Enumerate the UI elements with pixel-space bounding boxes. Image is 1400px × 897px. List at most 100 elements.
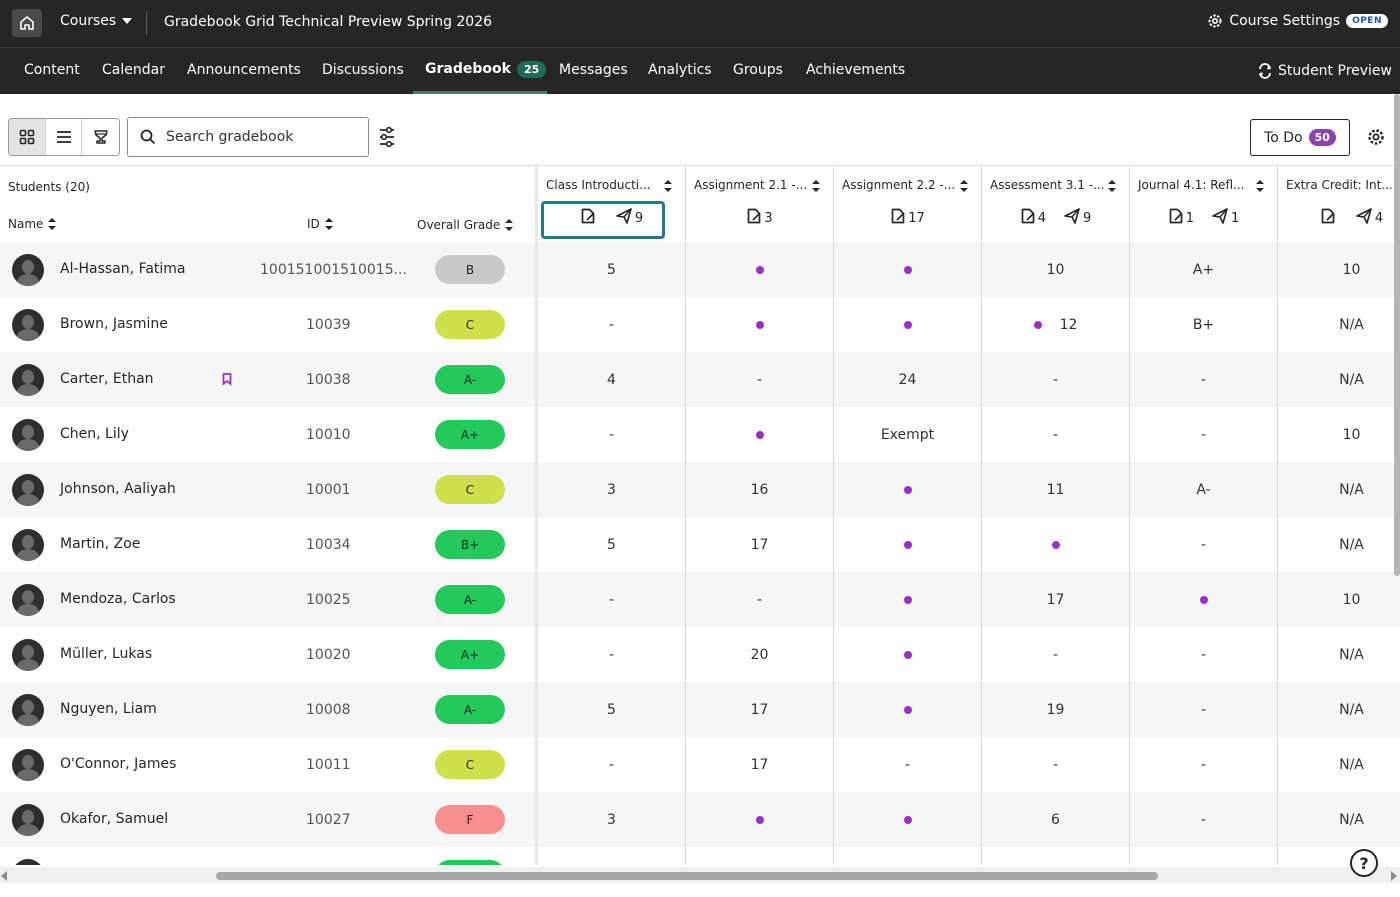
grade-cell[interactable]: 3 xyxy=(538,462,686,517)
scrollbar-thumb[interactable] xyxy=(216,872,1158,880)
grade-cell[interactable]: - xyxy=(982,352,1130,407)
student-row[interactable]: Al-Hassan, Fatima 100151001510015... B xyxy=(0,242,535,297)
needs-grading-count[interactable]: 4 xyxy=(1021,208,1046,228)
student-row[interactable]: Chen, Lily 10010 A+ xyxy=(0,407,535,462)
student-name[interactable]: Martin, Zoe xyxy=(60,536,140,552)
student-name[interactable]: Brown, Jasmine xyxy=(60,316,168,332)
needs-grading-count[interactable]: 1 xyxy=(1169,208,1194,228)
overall-grade-pill[interactable]: B+ xyxy=(435,530,505,559)
posted-count[interactable]: 9 xyxy=(1064,208,1091,228)
gradebook-settings-button[interactable] xyxy=(1367,128,1385,150)
student-row[interactable]: Mendoza, Carlos 10025 A- xyxy=(0,572,535,627)
grade-cell[interactable]: 17 xyxy=(982,572,1130,627)
grade-cell[interactable]: N/A xyxy=(1278,297,1400,352)
student-name[interactable]: Mendoza, Carlos xyxy=(60,591,176,607)
grade-cell[interactable] xyxy=(834,682,982,737)
grade-cell[interactable] xyxy=(834,572,982,627)
scroll-right-arrow[interactable] xyxy=(1391,871,1397,881)
gradable-item-header[interactable]: Assessment 3.1 -... 4 9 xyxy=(982,166,1130,241)
grade-cell[interactable]: 10 xyxy=(1278,242,1400,297)
gradable-item-header[interactable]: Journal 4.1: Refl... 1 1 xyxy=(1130,166,1278,241)
grade-cell[interactable]: - xyxy=(538,627,686,682)
grade-cell[interactable]: 4 xyxy=(538,352,686,407)
student-row[interactable]: Okafor, Samuel 10027 F xyxy=(0,792,535,847)
grade-cell[interactable]: - xyxy=(686,352,834,407)
posted-count[interactable]: 4 xyxy=(1356,208,1383,228)
grade-cell[interactable] xyxy=(1130,847,1278,865)
needs-grading-count[interactable] xyxy=(1321,208,1338,228)
grade-cell[interactable]: 10 xyxy=(982,242,1130,297)
grade-cell[interactable]: N/A xyxy=(1278,517,1400,572)
grade-cell[interactable]: 16 xyxy=(686,462,834,517)
grade-cell[interactable]: 6 xyxy=(982,792,1130,847)
overall-grade-pill[interactable]: C xyxy=(435,310,505,339)
grade-cell[interactable]: N/A xyxy=(1278,352,1400,407)
grade-cell[interactable]: Exempt xyxy=(834,407,982,462)
overall-grade-column-header[interactable]: Overall Grade xyxy=(417,218,514,232)
grade-cell[interactable]: N/A xyxy=(1278,682,1400,737)
needs-grading-count[interactable]: 17 xyxy=(891,208,925,228)
student-name[interactable]: Nguyen, Liam xyxy=(60,701,157,717)
tab-achievements[interactable]: Achievements xyxy=(806,62,905,78)
student-name[interactable]: Johnson, Aaliyah xyxy=(60,481,176,497)
grade-cell[interactable]: 5 xyxy=(538,682,686,737)
tab-announcements[interactable]: Announcements xyxy=(187,62,301,78)
grade-cell[interactable]: - xyxy=(1130,517,1278,572)
overall-grade-pill[interactable]: A+ xyxy=(435,420,505,449)
grade-cell[interactable]: 17 xyxy=(686,517,834,572)
grade-cell[interactable]: 5 xyxy=(538,517,686,572)
grade-cell[interactable] xyxy=(834,792,982,847)
posted-count[interactable]: 1 xyxy=(1212,208,1239,228)
overall-grade-pill[interactable]: F xyxy=(435,805,505,834)
student-row[interactable]: Nguyen, Liam 10008 A- xyxy=(0,682,535,737)
course-settings-button[interactable]: Course Settings OPEN xyxy=(1207,13,1388,29)
grade-cell[interactable]: - xyxy=(1130,407,1278,462)
sort-icon[interactable] xyxy=(1107,179,1117,197)
grade-cell[interactable] xyxy=(834,242,982,297)
needs-grading-count[interactable]: 3 xyxy=(747,208,773,228)
grade-cell[interactable]: 17 xyxy=(686,682,834,737)
home-button[interactable] xyxy=(12,9,42,37)
student-row[interactable]: Müller, Lukas 10020 A+ xyxy=(0,627,535,682)
tab-discussions[interactable]: Discussions xyxy=(322,62,404,78)
student-row[interactable]: O'Connor, James 10011 C xyxy=(0,737,535,792)
student-name[interactable]: Carter, Ethan xyxy=(60,371,154,387)
tab-gradebook[interactable]: Gradebook 25 xyxy=(425,61,547,78)
grade-cell[interactable]: 19 xyxy=(982,682,1130,737)
tab-calendar[interactable]: Calendar xyxy=(102,62,165,78)
overall-grade-pill[interactable]: C xyxy=(435,750,505,779)
student-name[interactable]: Chen, Lily xyxy=(60,426,129,442)
grade-cell[interactable]: - xyxy=(538,407,686,462)
list-view-button[interactable] xyxy=(46,119,83,155)
grade-cell[interactable]: - xyxy=(538,737,686,792)
grade-cell[interactable]: A- xyxy=(1130,462,1278,517)
search-input[interactable] xyxy=(166,129,356,145)
grade-cell[interactable] xyxy=(538,847,686,865)
grade-cell[interactable]: B+ xyxy=(1130,297,1278,352)
todo-button[interactable]: To Do 50 xyxy=(1250,119,1350,156)
grid-view-button[interactable] xyxy=(9,119,46,155)
grade-cell[interactable]: - xyxy=(686,572,834,627)
tab-messages[interactable]: Messages xyxy=(559,62,628,78)
grade-cell[interactable]: - xyxy=(982,407,1130,462)
grade-cell[interactable] xyxy=(834,847,982,865)
grade-cell[interactable]: N/A xyxy=(1278,462,1400,517)
student-name[interactable]: O'Connor, James xyxy=(60,756,176,772)
gradable-item-header[interactable]: Class Introducti... 9 xyxy=(538,166,686,241)
name-column-header[interactable]: Name xyxy=(8,217,57,231)
overall-grade-pill[interactable]: A+ xyxy=(435,640,505,669)
student-row[interactable]: Brown, Jasmine 10039 C xyxy=(0,297,535,352)
grade-cell[interactable]: 24 xyxy=(834,352,982,407)
grade-cell[interactable]: 5 xyxy=(538,242,686,297)
grade-cell[interactable]: N/A xyxy=(1278,627,1400,682)
overall-grade-pill[interactable]: B xyxy=(435,255,505,284)
tab-content[interactable]: Content xyxy=(24,62,80,78)
student-row[interactable]: Johnson, Aaliyah 10001 C xyxy=(0,462,535,517)
grade-cell[interactable]: - xyxy=(982,737,1130,792)
sort-icon[interactable] xyxy=(1255,179,1265,197)
overall-grade-pill[interactable]: C xyxy=(435,475,505,504)
grade-cell[interactable] xyxy=(982,517,1130,572)
tab-analytics[interactable]: Analytics xyxy=(648,62,712,78)
sort-icon[interactable] xyxy=(811,179,821,197)
filter-button[interactable] xyxy=(377,126,397,148)
